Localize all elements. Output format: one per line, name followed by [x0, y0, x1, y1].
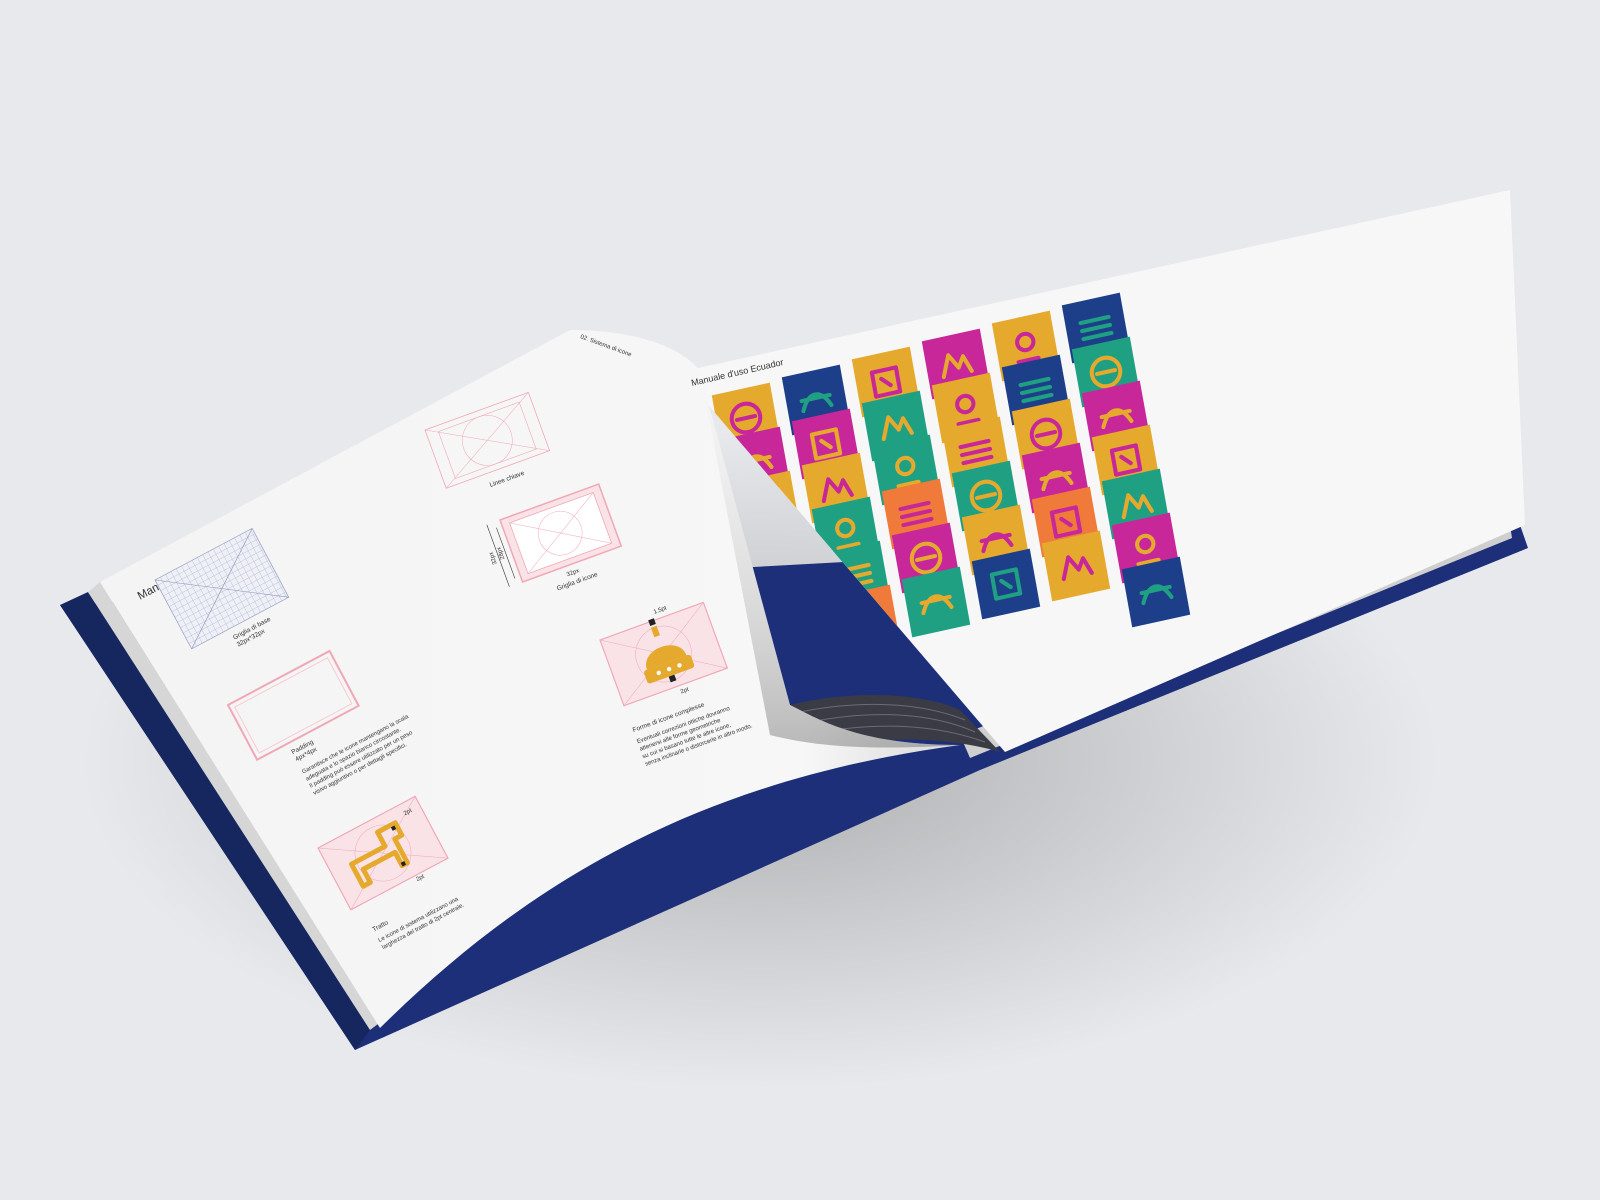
navy-iguana-icon: [1121, 556, 1191, 628]
teal-bike-icon: [901, 566, 971, 638]
yellow-dancer-icon: [1041, 530, 1111, 602]
right-page-header: 02. Sistema di icone: [1070, 220, 1151, 248]
book-illustration: 02. Sistema di icone Manuale d'uso Ecuad…: [60, 190, 1528, 1090]
navy-banana-icon: [971, 548, 1041, 620]
book-mockup-scene: 02. Sistema di icone Manuale d'uso Ecuad…: [0, 0, 1600, 1200]
